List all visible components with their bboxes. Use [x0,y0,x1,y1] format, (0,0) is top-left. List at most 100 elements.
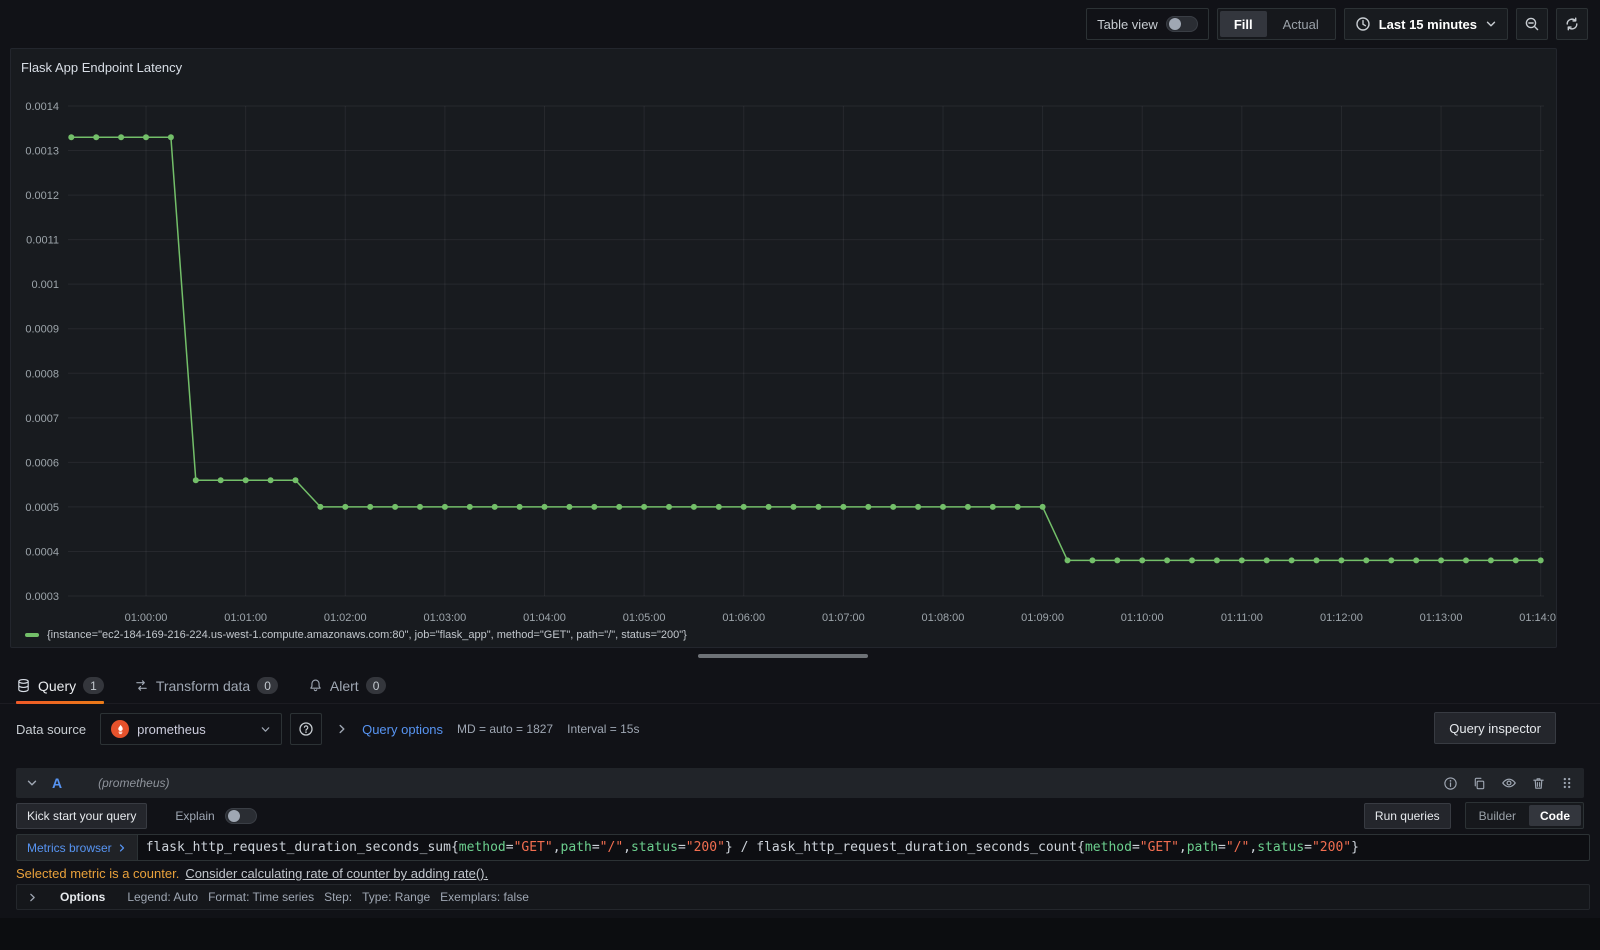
svg-text:0.0013: 0.0013 [25,146,59,158]
metrics-browser-button[interactable]: Metrics browser [16,834,137,861]
explain-group: Explain [175,807,257,824]
svg-text:01:05:00: 01:05:00 [623,612,666,624]
explain-toggle[interactable] [224,807,257,824]
timeseries-panel: Flask App Endpoint Latency 0.0014 0.0013 0… [10,48,1557,648]
transform-icon [134,678,149,693]
builder-option[interactable]: Builder [1468,805,1527,826]
svg-text:01:02:00: 01:02:00 [324,612,367,624]
metrics-browser-label: Metrics browser [27,840,112,855]
query-code: flask_http_request_duration_seconds_sum{… [145,840,1359,855]
help-circle-icon [298,721,314,737]
caret-right-icon [119,843,124,852]
time-range-picker[interactable]: Last 15 minutes [1343,8,1508,40]
bell-icon [308,678,323,693]
tab-transform-label: Transform data [155,677,251,694]
svg-text:01:10:00: 01:10:00 [1121,612,1164,624]
query-ref-row[interactable]: A (prometheus) [16,768,1584,798]
drag-handle-grip-icon[interactable] [1560,776,1574,790]
run-queries-button[interactable]: Run queries [1363,802,1451,829]
fill-actual-group: Fill Actual [1216,8,1336,40]
promql-editor-row: Metrics browser flask_http_request_durat… [16,834,1590,861]
tab-query-label: Query [38,677,77,694]
query-datasource-hint: (prometheus) [98,776,170,790]
svg-text:0.0012: 0.0012 [25,190,59,202]
promql-input[interactable]: flask_http_request_duration_seconds_sum{… [136,834,1590,861]
collapse-chevron-icon[interactable] [26,777,38,789]
tab-query[interactable]: Query 1 [16,668,104,704]
query-options-interval: Interval = 15s [567,722,640,736]
database-icon [16,678,31,693]
chart-legend: {instance="ec2-184-169-216-224.us-west-1… [25,629,687,641]
svg-text:01:04:00: 01:04:00 [523,612,566,624]
query-options-md: MD = auto = 1827 [457,722,554,736]
tab-alert-badge: 0 [365,677,387,694]
svg-text:01:13:00: 01:13:00 [1420,612,1463,624]
code-option[interactable]: Code [1529,805,1581,826]
query-row-actions [1443,775,1574,791]
datasource-label: Data source [16,721,87,737]
svg-text:01:11:00: 01:11:00 [1221,612,1263,624]
explain-label: Explain [175,808,215,823]
footer-strip [0,918,1600,950]
query-editor-toolbar: Kick start your query Explain Run querie… [16,802,1584,829]
add-rate-hint-link[interactable]: Consider calculating rate of counter by … [185,866,488,881]
editor-tabs: Query 1 Transform data 0 Alert 0 [0,668,1600,704]
chevron-down-icon [1485,18,1497,30]
time-range-label: Last 15 minutes [1378,16,1477,32]
chevron-down-icon [260,724,271,735]
svg-text:0.0009: 0.0009 [25,324,59,336]
fill-option[interactable]: Fill [1219,11,1267,37]
svg-text:01:07:00: 01:07:00 [822,612,865,624]
prometheus-logo-icon [111,720,130,738]
caret-right-icon [27,892,38,903]
query-options-label[interactable]: Query options [362,722,443,737]
svg-text:0.0008: 0.0008 [25,368,59,380]
refresh-button[interactable] [1556,8,1588,40]
svg-text:0.0007: 0.0007 [25,413,59,425]
datasource-help-button[interactable] [290,713,323,745]
editor-toolbar-right: Run queries Builder Code [1363,802,1584,829]
refresh-icon [1564,16,1580,32]
toggle-knob [227,809,240,822]
svg-text:0.0005: 0.0005 [25,502,59,514]
svg-text:01:06:00: 01:06:00 [722,612,765,624]
datasource-picker[interactable]: prometheus [100,713,283,745]
clock-icon [1355,16,1371,32]
svg-text:0.0006: 0.0006 [25,457,59,469]
grafana-panel-edit-view: Table view Fill Actual Last 15 minutes F… [0,0,1600,950]
duplicate-query-icon[interactable] [1472,776,1487,791]
toggle-knob [1168,18,1181,30]
query-inspector-button[interactable]: Query inspector [1434,712,1556,744]
svg-text:0.0004: 0.0004 [25,546,59,558]
options-label: Options [60,890,106,904]
tab-transform-data[interactable]: Transform data 0 [134,668,278,704]
caret-right-icon [336,723,348,735]
counter-warning: Selected metric is a counter. Consider c… [16,866,488,881]
table-view-toggle[interactable] [1165,16,1198,32]
legend-series-label[interactable]: {instance="ec2-184-169-216-224.us-west-1… [47,629,687,641]
table-view-group: Table view [1086,8,1209,40]
remove-query-trash-icon[interactable] [1531,776,1546,791]
legend-series-swatch [25,633,39,637]
svg-text:01:08:00: 01:08:00 [922,612,965,624]
svg-text:0.0011: 0.0011 [26,235,59,247]
svg-text:0.001: 0.001 [31,279,59,291]
kick-start-query-button[interactable]: Kick start your query [16,802,148,829]
latency-chart-svg[interactable]: 0.0014 0.0013 0.0012 0.0011 0.001 0.0009 0.000… [11,49,1556,647]
tab-alert[interactable]: Alert 0 [308,668,387,704]
top-toolbar: Table view Fill Actual Last 15 minutes [0,0,1600,48]
info-circle-icon[interactable] [1443,776,1458,791]
query-options-collapsed-row[interactable]: Options Legend: Auto Format: Time series S… [16,884,1590,910]
svg-text:01:12:00: 01:12:00 [1320,612,1363,624]
active-tab-underline [16,700,104,704]
query-options-group[interactable]: Query options MD = auto = 1827 Interval … [336,722,639,737]
panel-resize-handle[interactable] [698,654,868,658]
svg-text:01:01:00: 01:01:00 [224,612,267,624]
zoom-out-button[interactable] [1516,8,1548,40]
actual-option[interactable]: Actual [1269,11,1333,37]
options-details: Legend: Auto Format: Time series Step: Type… [127,890,529,904]
svg-text:01:03:00: 01:03:00 [423,612,466,624]
tab-transform-badge: 0 [257,677,278,694]
hide-response-eye-icon[interactable] [1501,775,1517,791]
svg-text:01:14:00: 01:14:00 [1519,612,1556,624]
